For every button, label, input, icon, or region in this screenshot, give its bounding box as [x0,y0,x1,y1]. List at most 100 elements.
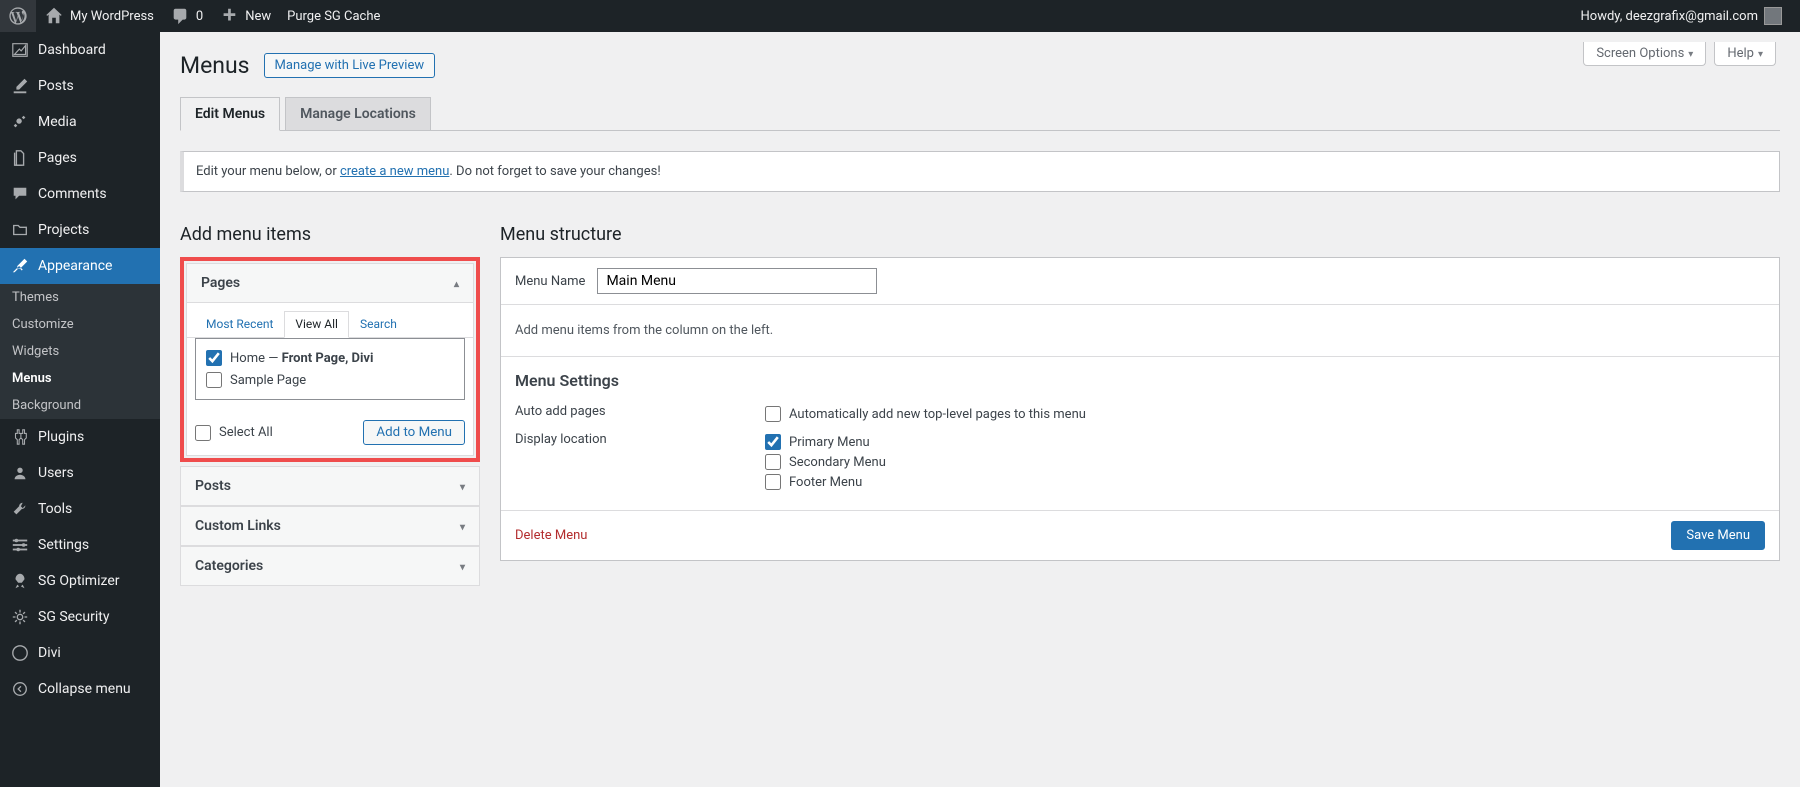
comments-bubble[interactable]: 0 [162,0,211,32]
nav-plugins[interactable]: Plugins [0,419,160,455]
location-primary[interactable]: Primary Menu [765,432,1765,452]
highlight-annotation: Pages Most Recent View All Search [180,257,480,462]
nav-sg-security-label: SG Security [38,609,109,625]
checkbox-footer-menu[interactable] [765,474,781,490]
nav-collapse-label: Collapse menu [38,681,131,697]
nav-posts-label: Posts [38,78,74,94]
nav-pages[interactable]: Pages [0,140,160,176]
nav-sg-security[interactable]: SG Security [0,599,160,635]
tab-edit-menus[interactable]: Edit Menus [180,97,280,131]
media-icon [10,112,30,132]
checkbox-primary-menu[interactable] [765,434,781,450]
chevron-up-icon [450,275,459,291]
plugins-icon [10,427,30,447]
checkbox-sample[interactable] [206,372,222,388]
checkbox-select-all[interactable] [195,425,211,441]
site-name[interactable]: My WordPress [36,0,162,32]
accordion-categories-header[interactable]: Categories [181,546,479,585]
nav-media-label: Media [38,114,77,130]
posts-icon [10,76,30,96]
wp-logo[interactable] [0,0,36,32]
help-label: Help [1727,46,1754,61]
page-item-sample[interactable]: Sample Page [206,369,454,391]
live-preview-button[interactable]: Manage with Live Preview [264,53,436,78]
screen-options-label: Screen Options [1596,46,1684,61]
nav-customize[interactable]: Customize [0,311,160,338]
notice-after: . Do not forget to save your changes! [449,164,660,179]
nav-tabs: Edit Menus Manage Locations [180,97,1780,131]
nav-posts[interactable]: Posts [0,68,160,104]
select-all-label: Select All [219,425,273,440]
add-to-menu-button[interactable]: Add to Menu [363,420,465,445]
users-icon [10,463,30,483]
nav-appearance-label: Appearance [38,258,112,274]
checkbox-secondary-menu[interactable] [765,454,781,470]
comment-icon [170,6,190,26]
nav-projects-label: Projects [38,222,89,238]
purge-cache[interactable]: Purge SG Cache [279,0,388,32]
nav-users[interactable]: Users [0,455,160,491]
menu-name-input[interactable] [597,268,877,294]
nav-tools-label: Tools [38,501,72,517]
nav-media[interactable]: Media [0,104,160,140]
page-item-home-strong: Front Page, Divi [282,351,374,366]
page-item-home[interactable]: Home — Front Page, Divi [206,347,454,369]
wordpress-icon [8,6,28,26]
nav-projects[interactable]: Projects [0,212,160,248]
comments-icon [10,184,30,204]
main-content: Screen Options Help Menus Manage with Li… [160,32,1800,787]
page-item-sample-label: Sample Page [230,373,306,388]
location-secondary[interactable]: Secondary Menu [765,452,1765,472]
nav-background[interactable]: Background [0,392,160,419]
nav-settings[interactable]: Settings [0,527,160,563]
nav-themes[interactable]: Themes [0,284,160,311]
appearance-icon [10,256,30,276]
nav-pages-label: Pages [38,150,77,166]
page-item-home-prefix: Home — [230,351,282,366]
nav-collapse[interactable]: Collapse menu [0,671,160,707]
new-content[interactable]: New [211,0,279,32]
tab-search[interactable]: Search [349,311,408,337]
accordion-pages-header[interactable]: Pages [187,264,473,303]
nav-dashboard[interactable]: Dashboard [0,32,160,68]
menu-settings-heading: Menu Settings [515,371,1765,390]
nav-appearance[interactable]: Appearance [0,248,160,284]
pages-icon [10,148,30,168]
delete-menu-link[interactable]: Delete Menu [515,528,587,543]
create-new-menu-link[interactable]: create a new menu [340,164,449,179]
nav-sg-optimizer[interactable]: SG Optimizer [0,563,160,599]
help-button[interactable]: Help [1714,42,1776,66]
accordion-categories-title: Categories [195,558,263,574]
select-all[interactable]: Select All [195,422,273,444]
menu-panel: Menu Name Add menu items from the column… [500,257,1780,561]
checkbox-home[interactable] [206,350,222,366]
location-footer[interactable]: Footer Menu [765,472,1765,492]
notice-before: Edit your menu below, or [196,164,340,179]
nav-tools[interactable]: Tools [0,491,160,527]
save-menu-button[interactable]: Save Menu [1671,521,1765,550]
menu-structure-heading: Menu structure [500,224,1780,245]
new-label: New [245,9,271,24]
nav-menus[interactable]: Menus [0,365,160,392]
tab-view-all[interactable]: View All [284,311,349,338]
nav-users-label: Users [38,465,74,481]
screen-options-button[interactable]: Screen Options [1583,42,1706,66]
howdy-text: Howdy, deezgrafix@gmail.com [1581,9,1759,24]
account-greeting[interactable]: Howdy, deezgrafix@gmail.com [1573,0,1791,32]
auto-add-label: Auto add pages [515,404,765,424]
pages-checklist: Home — Front Page, Divi Sample Page [195,338,465,400]
accordion-custom-links-header[interactable]: Custom Links [181,506,479,546]
collapse-icon [10,679,30,699]
nav-divi[interactable]: Divi [0,635,160,671]
nav-widgets[interactable]: Widgets [0,338,160,365]
checkbox-auto-add[interactable] [765,406,781,422]
admin-sidebar: Dashboard Posts Media Pages Comments Pro… [0,32,160,787]
avatar-icon [1764,7,1782,25]
accordion-pages-title: Pages [201,275,240,291]
auto-add-option[interactable]: Automatically add new top-level pages to… [765,404,1765,424]
accordion-posts-header[interactable]: Posts [181,467,479,506]
location-primary-label: Primary Menu [789,435,870,450]
tab-manage-locations[interactable]: Manage Locations [285,97,431,131]
nav-comments[interactable]: Comments [0,176,160,212]
tab-most-recent[interactable]: Most Recent [195,311,284,337]
